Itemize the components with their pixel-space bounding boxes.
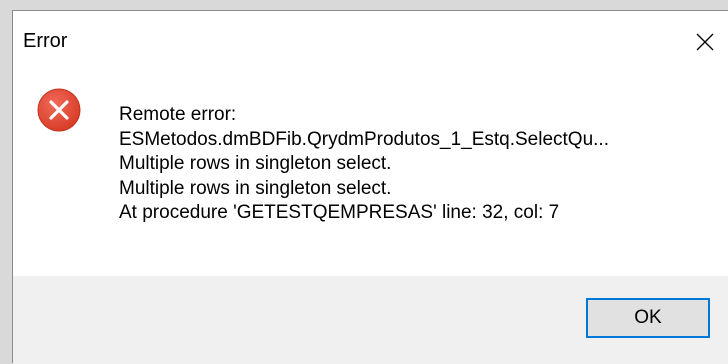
ok-button[interactable]: OK	[586, 298, 710, 338]
message-line: Remote error:	[119, 104, 237, 125]
button-bar: OK	[13, 276, 728, 364]
message-line: At procedure 'GETESTQEMPRESAS' line: 32,…	[119, 202, 560, 223]
title-bar[interactable]: Error	[13, 11, 728, 73]
message-line: ESMetodos.dmBDFib.QrydmProdutos_1_Estq.S…	[119, 128, 609, 150]
error-dialog: Error Remote error: ESMetodos.dmBDFib.Qr…	[12, 10, 728, 364]
message-line: Multiple rows in singleton select.	[119, 177, 392, 199]
close-button[interactable]	[682, 11, 728, 73]
message-line: Multiple rows in singleton select.	[119, 153, 392, 174]
error-message: Remote error: ESMetodos.dmBDFib.QrydmPro…	[119, 103, 609, 226]
dialog-title: Error	[23, 30, 68, 52]
error-icon	[37, 88, 81, 132]
close-icon	[696, 33, 714, 51]
